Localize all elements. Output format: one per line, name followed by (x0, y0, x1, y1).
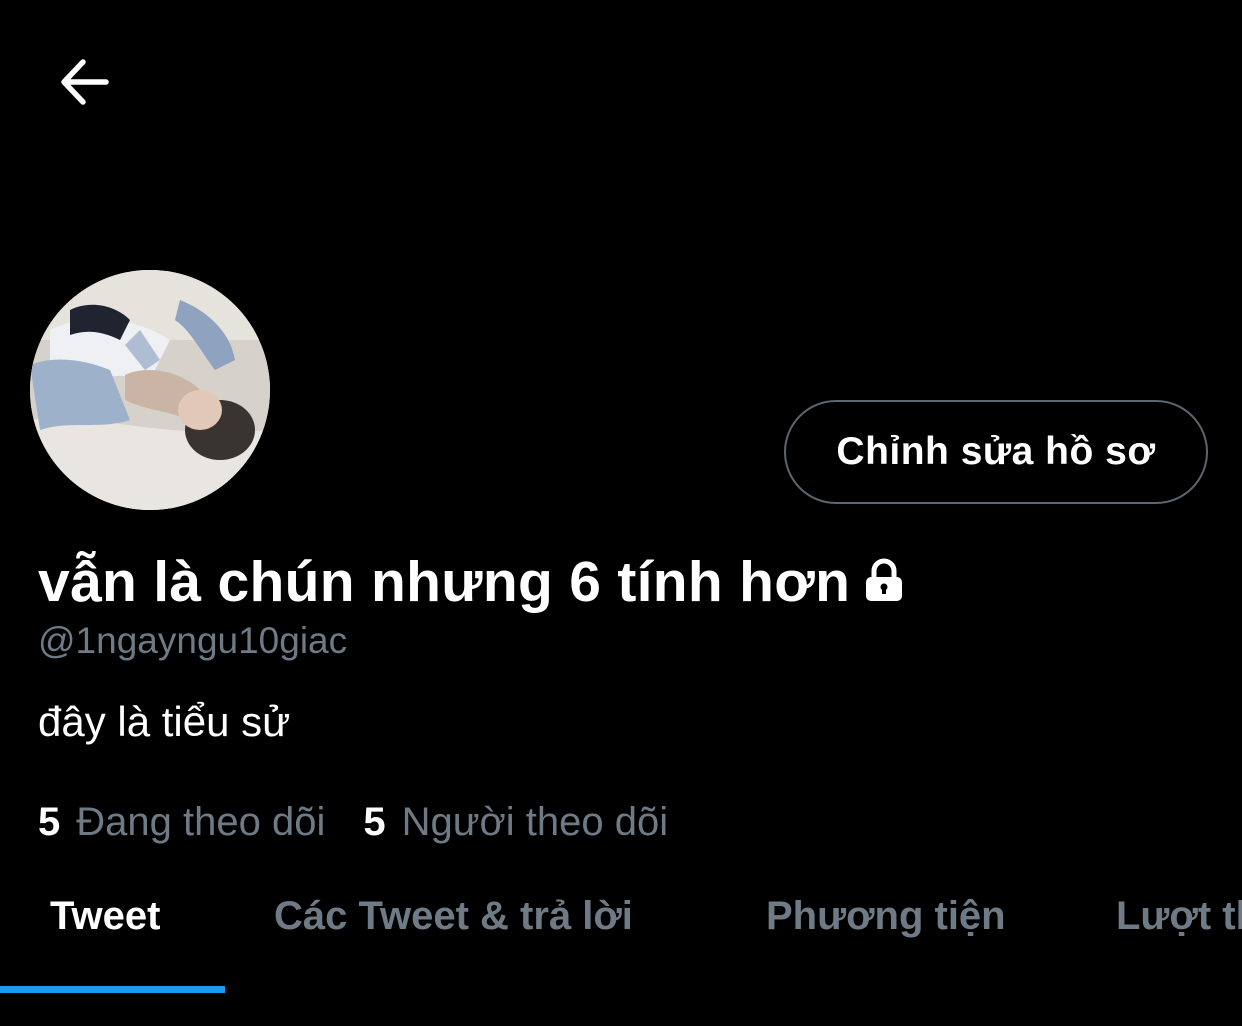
arrow-left-icon (56, 54, 112, 115)
following-count: 5 (38, 800, 61, 844)
display-name: vẫn là chún nhưng 6 tính hơn (38, 550, 851, 614)
tab-tweets[interactable]: Tweet (50, 894, 160, 939)
edit-profile-button[interactable]: Chỉnh sửa hồ sơ (784, 400, 1208, 504)
back-button[interactable] (52, 52, 116, 116)
tab-tweets-and-replies[interactable]: Các Tweet & trả lời (274, 894, 633, 939)
follow-stats: 5 Đang theo dõi 5 Người theo dõi (38, 800, 668, 845)
followers-link[interactable]: 5 Người theo dõi (363, 800, 668, 845)
avatar[interactable] (30, 270, 270, 510)
display-name-row: vẫn là chún nhưng 6 tính hơn (38, 546, 908, 618)
tab-media[interactable]: Phương tiện (766, 894, 1006, 939)
bio: đây là tiểu sử (38, 698, 291, 745)
lock-icon (860, 556, 908, 604)
followers-count: 5 (363, 800, 386, 844)
followers-label: Người theo dõi (401, 800, 669, 844)
user-handle: @1ngayngu10giac (38, 620, 348, 661)
following-link[interactable]: 5 Đang theo dõi (38, 800, 325, 845)
active-tab-indicator (0, 986, 225, 993)
profile-tabs: Tweet Các Tweet & trả lời Phương tiện Lư… (0, 870, 1242, 994)
tab-likes[interactable]: Lượt thích (1116, 894, 1242, 939)
following-label: Đang theo dõi (76, 800, 326, 844)
